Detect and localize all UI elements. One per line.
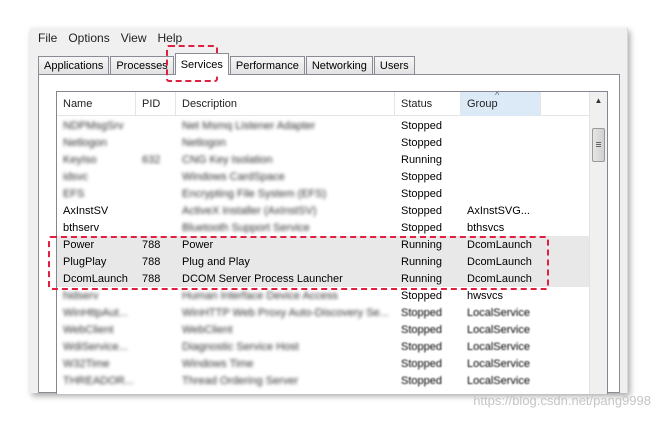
cell-description: Net Msmq Listener Adapter — [182, 119, 316, 132]
menu-file[interactable]: File — [38, 31, 57, 45]
cell-name: Netlogon — [63, 136, 108, 149]
table-row[interactable]: bthserv Bluetooth Support Service Stopped b… — [57, 219, 591, 236]
cell-name: bthserv — [63, 221, 100, 234]
menu-view[interactable]: View — [121, 31, 147, 45]
tab-processes[interactable]: Processes — [110, 56, 174, 74]
cell-status: Stopped — [401, 340, 442, 353]
cell-group: LocalService — [467, 374, 530, 387]
cell-name: NDPMsgSrv — [63, 119, 124, 132]
cell-description: Diagnostic Service Host — [182, 340, 299, 353]
cell-group: LocalService — [467, 323, 530, 336]
cell-status: Stopped — [401, 136, 442, 149]
tab-performance[interactable]: Performance — [229, 56, 305, 74]
cell-description: Windows CardSpace — [182, 170, 285, 183]
scrollbar-thumb[interactable] — [592, 128, 605, 162]
cell-name: WdiService... — [63, 340, 128, 353]
cell-group: LocalService — [467, 340, 530, 353]
cell-status: Stopped — [401, 187, 442, 200]
cell-group: bthsvcs — [467, 221, 505, 234]
cell-status: Stopped — [401, 323, 442, 336]
table-row[interactable]: idsvc Windows CardSpace Stopped — [57, 168, 591, 185]
cell-group: LocalService — [467, 306, 530, 319]
table-row[interactable]: EFS Encrypting File System (EFS) Stopped — [57, 185, 591, 202]
cell-description: WebClient — [182, 323, 233, 336]
cell-status: Stopped — [401, 170, 442, 183]
cell-name: hidserv — [63, 289, 99, 302]
table-row[interactable]: WdiService... Diagnostic Service Host Stop… — [57, 338, 591, 355]
table-row[interactable]: AxInstSV ActiveX Installer (AxInstSV) Stop… — [57, 202, 591, 219]
cell-status: Stopped — [401, 374, 442, 387]
column-group[interactable]: Group ^ — [461, 92, 541, 116]
cell-description: WinHTTP Web Proxy Auto-Discovery Se... — [182, 306, 389, 319]
table-row[interactable]: Netlogon Netlogon Stopped — [57, 134, 591, 151]
cell-status: Running — [401, 153, 442, 166]
cell-description: Windows Time — [182, 357, 254, 370]
column-group-label: Group — [467, 98, 498, 110]
column-description[interactable]: Description — [176, 92, 395, 116]
tab-applications[interactable]: Applications — [38, 56, 110, 74]
cell-description: Bluetooth Support Service — [182, 221, 310, 234]
cell-description: Netlogon — [182, 136, 227, 149]
column-pid[interactable]: PID — [136, 92, 176, 116]
cell-name: W32Time — [63, 357, 110, 370]
task-manager-window: File Options View Help Applications Proc… — [30, 28, 628, 394]
cell-status: Stopped — [401, 357, 442, 370]
table-row[interactable]: KeyIso 632 CNG Key Isolation Running — [57, 151, 591, 168]
cell-group: AxInstSVG... — [467, 204, 530, 217]
cell-description: Encrypting File System (EFS) — [182, 187, 327, 200]
cell-status: Stopped — [401, 204, 442, 217]
thumb-grip-icon — [596, 142, 601, 143]
table-row[interactable]: WinHttpAut... WinHTTP Web Proxy Auto-Disc… — [57, 304, 591, 321]
column-name[interactable]: Name — [57, 92, 136, 116]
menu-bar: File Options View Help — [30, 28, 627, 48]
table-row[interactable]: W32Time Windows Time Stopped LocalService — [57, 355, 591, 372]
cell-description: Thread Ordering Server — [182, 374, 299, 387]
thumb-grip-icon — [596, 144, 601, 145]
cell-name: idsvc — [63, 170, 89, 183]
column-status[interactable]: Status — [395, 92, 461, 116]
thumb-grip-icon — [596, 146, 601, 147]
tab-strip: Applications Processes Services Performa… — [38, 53, 416, 75]
tab-users[interactable]: Users — [373, 56, 415, 74]
cell-name: WinHttpAut... — [63, 306, 128, 319]
watermark: https://blog.csdn.net/pang9998 — [473, 393, 651, 408]
cell-status: Stopped — [401, 221, 442, 234]
column-header: Name PID Description Status Group ^ — [57, 92, 591, 116]
table-row[interactable]: THREADOR... Thread Ordering Server Stopped… — [57, 372, 591, 389]
cell-description: Human Interface Device Access — [182, 289, 338, 302]
cell-name: THREADOR... — [63, 374, 134, 387]
menu-help[interactable]: Help — [158, 31, 183, 45]
vertical-scrollbar[interactable]: ▲ — [589, 92, 607, 394]
scroll-up-arrow-icon[interactable]: ▲ — [590, 92, 607, 109]
services-pane: Name PID Description Status Group ^ NDPM… — [38, 74, 620, 394]
cell-status: Stopped — [401, 289, 442, 302]
menu-options[interactable]: Options — [68, 31, 109, 45]
cell-pid: 632 — [142, 153, 161, 166]
cell-name: WebClient — [63, 323, 114, 336]
cell-name: KeyIso — [63, 153, 97, 166]
cell-group: LocalService — [467, 357, 530, 370]
table-row[interactable]: WebClient WebClient Stopped LocalService — [57, 321, 591, 338]
table-row[interactable]: NDPMsgSrv Net Msmq Listener Adapter Stoppe… — [57, 117, 591, 134]
cell-description: ActiveX Installer (AxInstSV) — [182, 204, 317, 217]
tab-services[interactable]: Services — [174, 53, 229, 75]
cell-description: CNG Key Isolation — [182, 153, 273, 166]
tab-networking[interactable]: Networking — [305, 56, 373, 74]
cell-name: AxInstSV — [63, 204, 109, 217]
highlight-dcomlaunch-rows — [48, 236, 549, 290]
cell-name: EFS — [63, 187, 85, 200]
cell-status: Stopped — [401, 306, 442, 319]
sort-ascending-icon: ^ — [495, 91, 500, 100]
cell-group: hwsvcs — [467, 289, 504, 302]
cell-status: Stopped — [401, 119, 442, 132]
